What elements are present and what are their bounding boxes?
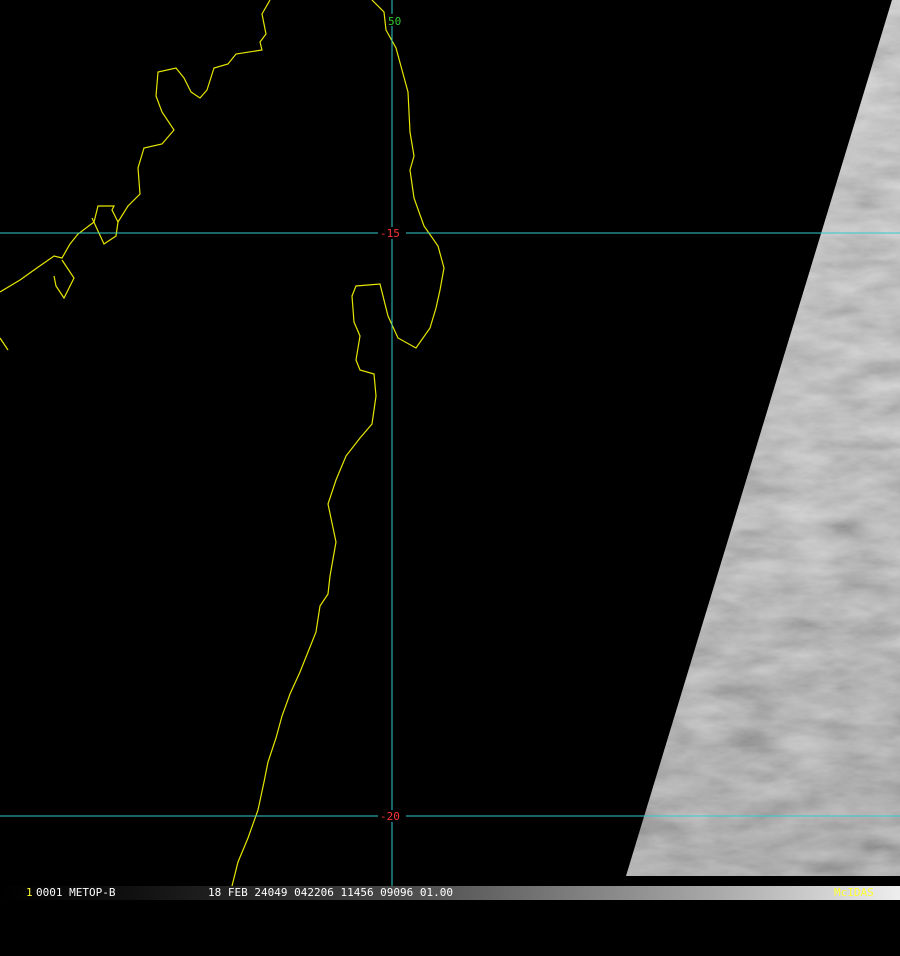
lon-label: 50 bbox=[388, 15, 401, 28]
coastline-southwest bbox=[0, 337, 9, 351]
lat-label: -15 bbox=[380, 227, 400, 240]
frame-number: 1 bbox=[26, 886, 33, 899]
satellite-id: 0001 METOP-B bbox=[36, 886, 116, 899]
coastline-east bbox=[231, 0, 445, 887]
satellite-map: -15 -20 50 bbox=[0, 0, 900, 887]
coastline-west bbox=[0, 0, 271, 293]
mcidas-logo: McIDAS bbox=[834, 886, 874, 899]
status-bar: 1 0001 METOP-B 18 FEB 24049 042206 11456… bbox=[0, 886, 900, 900]
coastline-cape bbox=[53, 259, 75, 300]
lat-label: -20 bbox=[380, 810, 400, 823]
coastline bbox=[0, 0, 445, 887]
coastline-west-bay bbox=[91, 217, 119, 245]
image-timestamp: 18 FEB 24049 042206 11456 09096 01.00 bbox=[208, 886, 454, 899]
satellite-swath bbox=[626, 0, 900, 876]
